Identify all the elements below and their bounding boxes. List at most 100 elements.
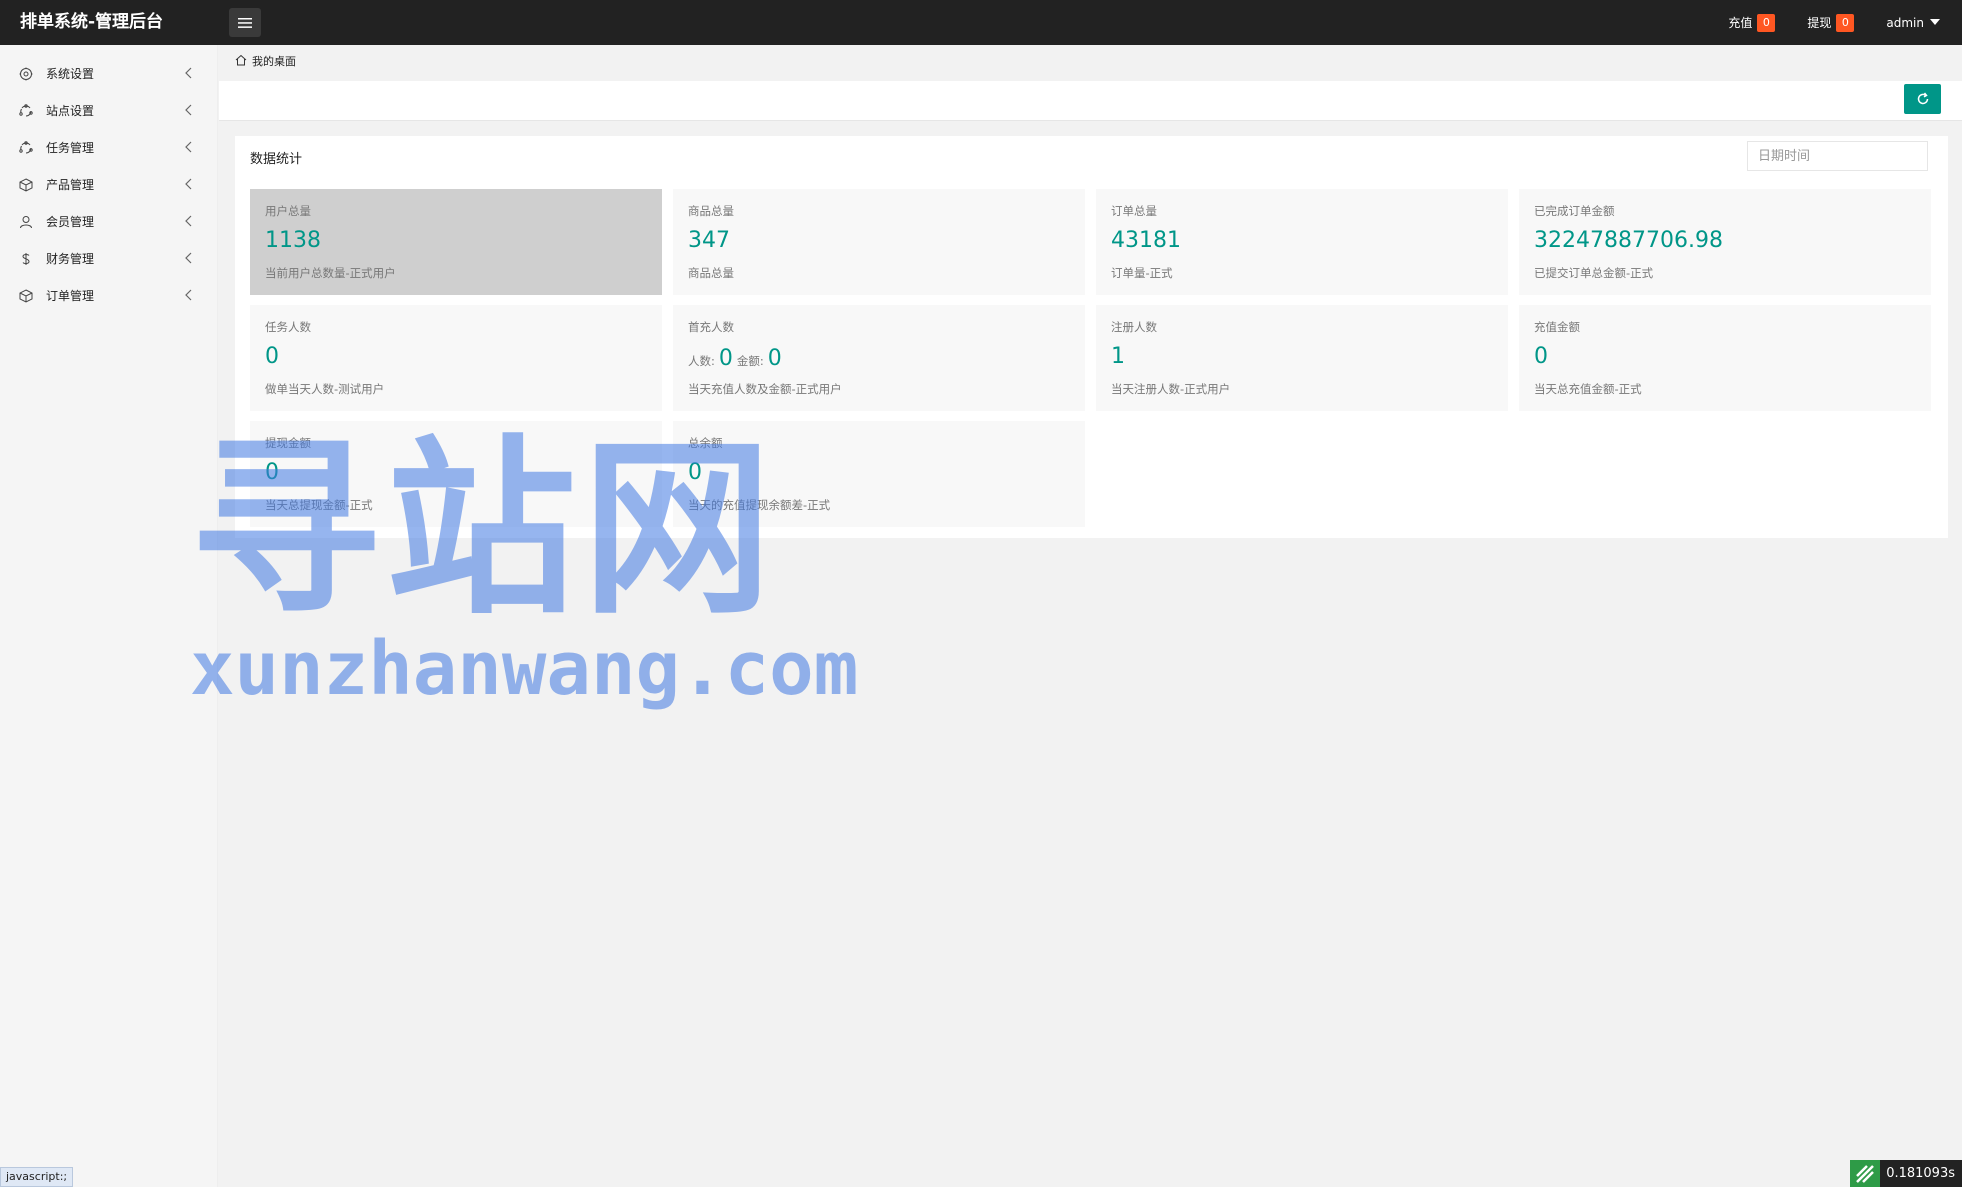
sidebar-item-system-settings[interactable]: 系统设置 (0, 55, 218, 92)
stat-card-total-users[interactable]: 用户总量 1138 当前用户总数量-正式用户 (250, 189, 662, 295)
amount-label: 金额: (736, 354, 764, 368)
menu-toggle-button[interactable] (229, 8, 261, 37)
stat-title: 首充人数 (688, 320, 734, 334)
recharge-label: 充值 (1728, 16, 1753, 30)
sidebar-item-label: 站点设置 (46, 104, 95, 118)
user-icon (18, 214, 34, 230)
sidebar-item-label: 任务管理 (46, 141, 95, 155)
sidebar-item-finance-management[interactable]: 财务管理 (0, 240, 218, 277)
stat-title: 充值金额 (1534, 320, 1580, 334)
withdraw-link[interactable]: 提现 0 (1807, 13, 1855, 32)
stat-title: 提现金额 (265, 436, 311, 450)
stat-subtitle: 当天注册人数-正式用户 (1111, 382, 1231, 396)
stat-title: 用户总量 (265, 204, 311, 218)
stat-subtitle: 订单量-正式 (1111, 266, 1173, 280)
chevron-left-icon (185, 141, 192, 153)
stat-title: 任务人数 (265, 320, 311, 334)
stat-value: 43181 (1111, 228, 1181, 253)
stat-card-total-products[interactable]: 商品总量 347 商品总量 (673, 189, 1085, 295)
stat-title: 商品总量 (688, 204, 734, 218)
cycle-icon (18, 140, 34, 156)
stat-subtitle: 当天总提现金额-正式 (265, 498, 373, 512)
user-menu[interactable]: admin (1886, 16, 1940, 30)
stat-subtitle: 商品总量 (688, 266, 734, 280)
withdraw-label: 提现 (1807, 16, 1832, 30)
stat-subtitle: 当天的充值提现余额差-正式 (688, 498, 831, 512)
sidebar-item-product-management[interactable]: 产品管理 (0, 166, 218, 203)
page-toolbar (219, 81, 1962, 121)
chevron-left-icon (185, 104, 192, 116)
stat-card-task-users[interactable]: 任务人数 0 做单当天人数-测试用户 (250, 305, 662, 411)
stat-value: 0 (265, 460, 279, 485)
dollar-icon (18, 251, 34, 267)
sidebar-item-label: 系统设置 (46, 67, 95, 81)
date-time-input[interactable] (1747, 141, 1928, 171)
sidebar-item-member-management[interactable]: 会员管理 (0, 203, 218, 240)
stat-title: 已完成订单金额 (1534, 204, 1615, 218)
stat-inline-values: 人数: 0 金额: 0 (688, 346, 786, 371)
recharge-badge: 0 (1757, 13, 1776, 32)
box-icon (18, 288, 34, 304)
recharge-link[interactable]: 充值 0 (1728, 13, 1776, 32)
stat-value: 0 (265, 344, 279, 369)
stat-title: 订单总量 (1111, 204, 1157, 218)
user-name: admin (1886, 15, 1924, 30)
stat-card-total-orders[interactable]: 订单总量 43181 订单量-正式 (1096, 189, 1508, 295)
people-value: 0 (718, 346, 733, 371)
chevron-left-icon (185, 67, 192, 79)
stat-card-recharge-amount[interactable]: 充值金额 0 当天总充值金额-正式 (1519, 305, 1931, 411)
app-title: 排单系统-管理后台 (20, 12, 164, 32)
stat-card-total-balance[interactable]: 总余额 0 当天的充值提现余额差-正式 (673, 421, 1085, 527)
watermark-text-en: xunzhanwang.com (190, 626, 859, 712)
sidebar-item-label: 产品管理 (46, 178, 95, 192)
panel-title: 数据统计 (250, 152, 303, 167)
stat-title: 总余额 (688, 436, 723, 450)
sidebar-item-task-management[interactable]: 任务管理 (0, 129, 218, 166)
people-label: 人数: (688, 354, 715, 368)
timer-value: 0.181093s (1880, 1160, 1962, 1187)
stat-title: 注册人数 (1111, 320, 1157, 334)
sidebar-item-label: 会员管理 (46, 215, 95, 229)
leaf-logo-icon (1850, 1160, 1881, 1187)
stat-value: 0 (1534, 344, 1548, 369)
chevron-left-icon (185, 178, 192, 190)
stats-panel: 数据统计 用户总量 1138 当前用户总数量-正式用户 商品总量 347 商品总… (235, 136, 1948, 538)
sidebar: 系统设置 站点设置 任务管理 产品管理 会员管理 财务管理 订单管理 (0, 45, 218, 1187)
debug-timer[interactable]: 0.181093s (1850, 1160, 1962, 1187)
stat-value: 347 (688, 228, 730, 253)
refresh-icon (1917, 92, 1928, 105)
stat-card-first-recharge[interactable]: 首充人数 人数: 0 金额: 0 当天充值人数及金额-正式用户 (673, 305, 1085, 411)
breadcrumb-current[interactable]: 我的桌面 (252, 53, 296, 69)
amount-value: 0 (767, 346, 782, 371)
breadcrumb: 我的桌面 (235, 53, 296, 69)
sidebar-item-order-management[interactable]: 订单管理 (0, 277, 218, 314)
refresh-button[interactable] (1904, 84, 1941, 114)
sidebar-item-label: 订单管理 (46, 289, 95, 303)
box-icon (18, 177, 34, 193)
stat-value: 32247887706.98 (1534, 228, 1723, 253)
chevron-left-icon (185, 289, 192, 301)
stat-subtitle: 已提交订单总金额-正式 (1534, 266, 1654, 280)
stat-subtitle: 当天总充值金额-正式 (1534, 382, 1642, 396)
sidebar-item-label: 财务管理 (46, 252, 95, 266)
stat-card-registrations[interactable]: 注册人数 1 当天注册人数-正式用户 (1096, 305, 1508, 411)
stat-subtitle: 做单当天人数-测试用户 (265, 382, 385, 396)
stat-card-withdraw-amount[interactable]: 提现金额 0 当天总提现金额-正式 (250, 421, 662, 527)
sidebar-item-site-settings[interactable]: 站点设置 (0, 92, 218, 129)
chevron-left-icon (185, 215, 192, 227)
stat-subtitle: 当天充值人数及金额-正式用户 (688, 382, 842, 396)
stat-card-completed-amount[interactable]: 已完成订单金额 32247887706.98 已提交订单总金额-正式 (1519, 189, 1931, 295)
withdraw-badge: 0 (1836, 13, 1855, 32)
top-navbar: 排单系统-管理后台 充值 0 提现 0 admin (0, 0, 1962, 45)
hamburger-icon (238, 17, 252, 28)
status-bar-link: javascript:; (0, 1167, 74, 1187)
stat-subtitle: 当前用户总数量-正式用户 (265, 266, 396, 280)
chevron-left-icon (185, 252, 192, 264)
home-icon (235, 54, 247, 69)
stat-value: 1 (1111, 344, 1125, 369)
stat-value: 0 (688, 460, 702, 485)
gear-icon (18, 66, 34, 82)
caret-down-icon (1930, 18, 1940, 25)
cycle-icon (18, 103, 34, 119)
stat-value: 1138 (265, 228, 321, 253)
